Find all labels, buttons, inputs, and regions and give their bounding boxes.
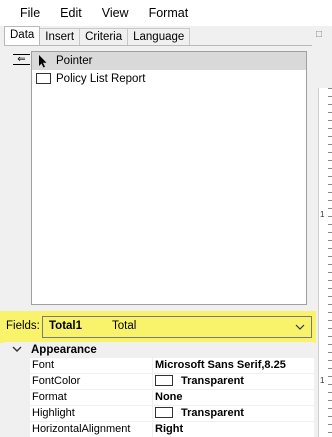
menu-bar: File Edit View Format (0, 0, 332, 26)
ruler-strip: 1 1 (318, 88, 332, 437)
property-name: Highlight (30, 406, 153, 421)
tree-item-pointer[interactable]: Pointer (32, 52, 306, 70)
menu-view[interactable]: View (92, 0, 139, 26)
property-value[interactable]: Microsoft Sans Serif,8.25 (153, 358, 314, 373)
menu-format[interactable]: Format (139, 0, 199, 26)
property-value-text: Transparent (181, 407, 244, 419)
document-icon (36, 73, 51, 84)
tab-strip: Data Insert Criteria Language (4, 26, 191, 45)
report-tree[interactable]: Pointer Policy List Report (31, 51, 307, 305)
property-name: Format (30, 390, 153, 405)
property-row-highlight[interactable]: Highlight Transparent (4, 406, 314, 422)
fields-dropdown[interactable]: Total1 Total (42, 316, 312, 338)
chevron-down-icon[interactable] (12, 344, 22, 354)
ruler-mark: 1 (320, 210, 325, 219)
chevron-down-icon[interactable] (294, 321, 306, 333)
property-name: Font (30, 358, 153, 373)
tree-item-label: Pointer (56, 55, 93, 67)
color-swatch (155, 375, 173, 386)
tree-item-label: Policy List Report (56, 73, 146, 85)
vertical-ruler: □ 1 1 (316, 26, 332, 437)
designer-top-icon: □ (316, 29, 323, 40)
property-name: FontColor (30, 374, 153, 389)
tab-data[interactable]: Data (4, 26, 41, 45)
menu-file[interactable]: File (10, 0, 50, 26)
category-label: Appearance (31, 344, 97, 356)
fields-bar: Fields: Total1 Total (0, 311, 316, 343)
property-row-format[interactable]: Format None (4, 390, 314, 406)
menu-edit[interactable]: Edit (50, 0, 92, 26)
tree-item-report[interactable]: Policy List Report (32, 70, 306, 88)
tab-criteria[interactable]: Criteria (79, 28, 129, 45)
row-gutter (4, 406, 30, 421)
property-value[interactable]: Right (153, 422, 314, 437)
row-gutter (4, 422, 30, 437)
row-gutter (4, 358, 30, 373)
row-gutter (4, 390, 30, 405)
property-value[interactable]: None (153, 390, 314, 405)
field-name: Total1 (49, 320, 83, 332)
property-name: HorizontalAlignment (30, 422, 153, 437)
pointer-arrow-icon (39, 55, 47, 68)
tab-insert[interactable]: Insert (39, 28, 81, 45)
data-tab-panel: ⇐ Pointer Policy List Report (4, 45, 312, 308)
property-value-text: Transparent (181, 375, 244, 387)
ruler-mark: 1 (320, 376, 325, 385)
tab-language[interactable]: Language (127, 28, 191, 45)
color-swatch (155, 407, 173, 418)
field-type: Total (112, 320, 137, 332)
property-row-fontcolor[interactable]: FontColor Transparent (4, 374, 314, 390)
property-value[interactable]: Transparent (153, 406, 314, 421)
row-gutter (4, 374, 30, 389)
category-appearance[interactable]: Appearance (4, 342, 314, 358)
property-grid: Appearance Font Microsoft Sans Serif,8.2… (4, 342, 314, 437)
fields-label: Fields: (6, 320, 40, 332)
collapse-left-icon[interactable]: ⇐ (13, 54, 30, 65)
property-row-font[interactable]: Font Microsoft Sans Serif,8.25 (4, 358, 314, 374)
property-value[interactable]: Transparent (153, 374, 314, 389)
property-row-horizontalalignment[interactable]: HorizontalAlignment Right (4, 422, 314, 437)
